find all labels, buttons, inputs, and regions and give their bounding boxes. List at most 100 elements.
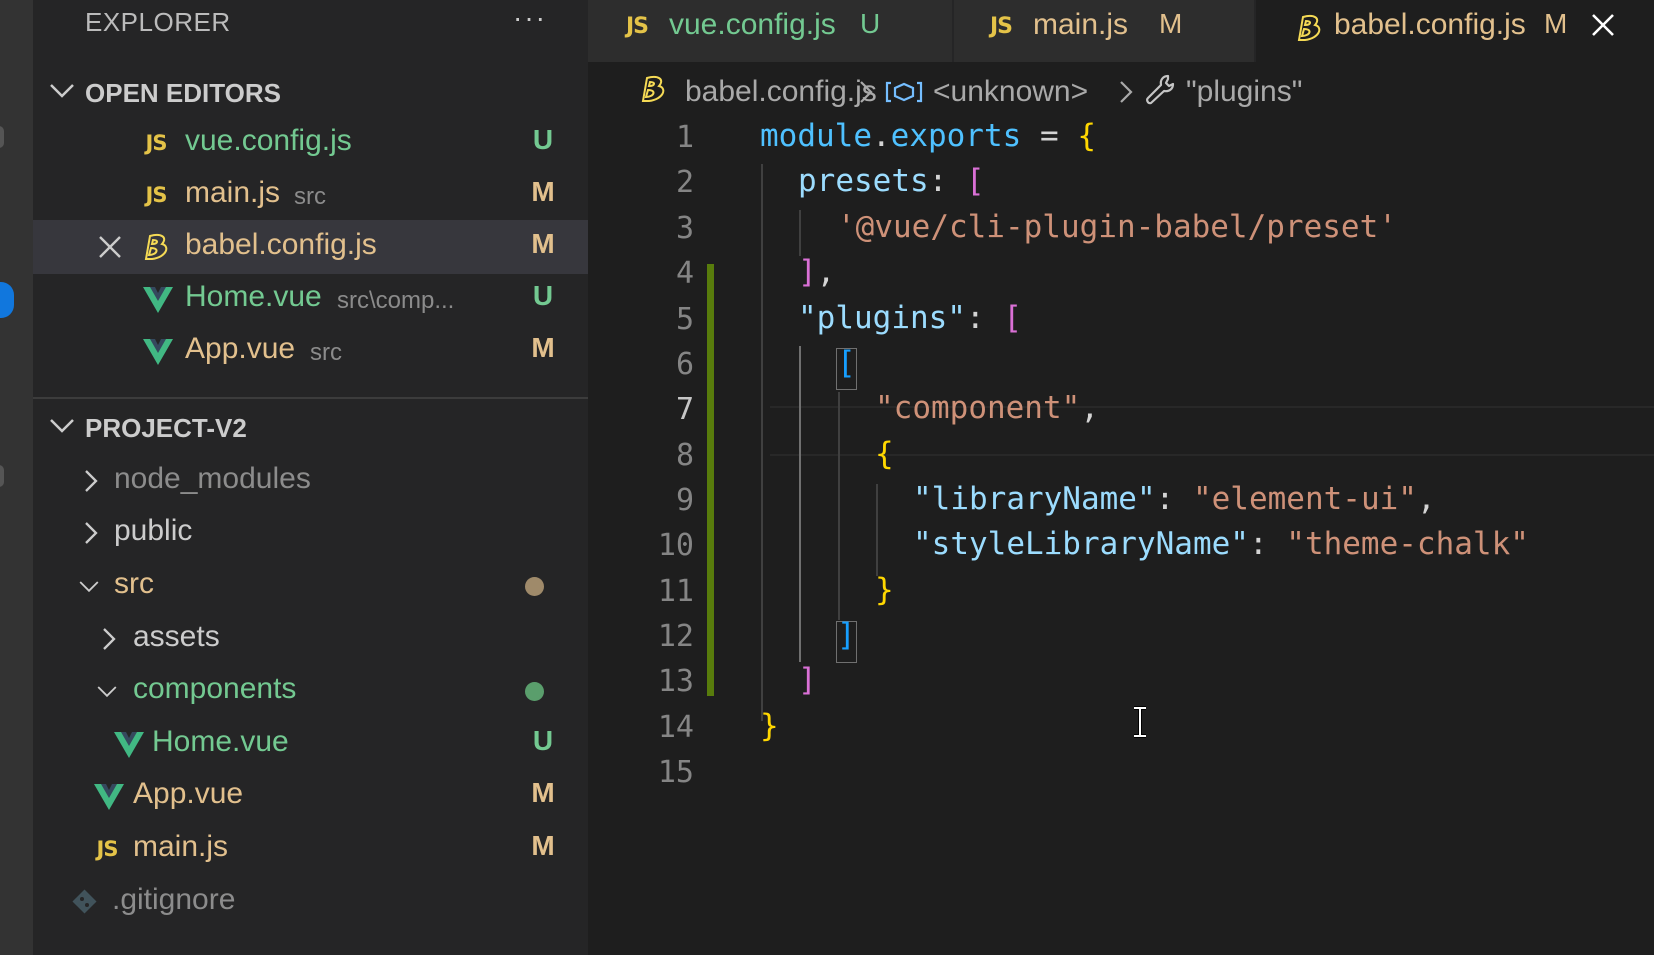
babel-file-icon — [144, 234, 168, 260]
tab-babel-config[interactable]: babel.config.js M — [1256, 0, 1654, 62]
folder-name: public — [114, 514, 193, 547]
line-number: 8 — [675, 438, 694, 473]
line-number: 1 — [675, 120, 694, 155]
chevron-down-icon — [50, 84, 74, 98]
line-number: 2 — [675, 165, 694, 200]
js-file-icon: JS — [96, 837, 119, 861]
code-line-10[interactable]: "styleLibraryName": "theme-chalk" — [913, 526, 1529, 562]
code-line-12[interactable]: ] — [837, 617, 856, 653]
breadcrumb-file[interactable]: babel.config.js — [685, 75, 877, 109]
git-status-badge: M — [531, 228, 555, 259]
line-number: 9 — [675, 483, 694, 518]
indent-guide — [761, 164, 763, 721]
git-status-badge: U — [532, 725, 554, 756]
indent-guide-active — [799, 346, 801, 662]
symbol-variable-icon — [885, 81, 923, 103]
vue-file-icon — [143, 339, 173, 365]
code-line-1[interactable]: module.exports = { — [760, 118, 1096, 154]
open-editor-vue-config[interactable]: JS vue.config.js U — [33, 116, 588, 170]
tab-git-badge: M — [1544, 8, 1568, 39]
code-line-14[interactable]: } — [760, 708, 779, 744]
line-number: 11 — [657, 574, 694, 609]
tree-file-gitignore[interactable]: .gitignore — [33, 875, 588, 929]
line-number-current: 7 — [675, 392, 694, 427]
explorer-header: EXPLORER ··· — [33, 0, 588, 44]
open-editor-app-vue[interactable]: App.vue src M — [33, 324, 588, 378]
tab-label: main.js — [1033, 8, 1129, 41]
chevron-right-icon — [103, 628, 116, 650]
tree-folder-src[interactable]: src — [33, 559, 588, 613]
tab-main-js[interactable]: JS main.js M — [954, 0, 1254, 62]
tree-file-app-vue[interactable]: App.vue M — [33, 769, 588, 823]
vue-file-icon — [114, 732, 144, 758]
code-line-9[interactable]: "libraryName": "element-ui", — [913, 481, 1436, 517]
close-icon[interactable] — [95, 230, 125, 264]
chevron-right-icon — [85, 470, 98, 492]
tab-vue-config[interactable]: JS vue.config.js U — [588, 0, 952, 62]
tree-folder-assets[interactable]: assets — [33, 612, 588, 666]
line-number: 3 — [675, 211, 694, 246]
text-cursor-icon — [1134, 706, 1146, 738]
code-line-5[interactable]: "plugins": [ — [798, 300, 1022, 336]
line-number: 14 — [657, 710, 694, 745]
code-line-6[interactable]: [ — [837, 345, 856, 381]
file-name: App.vue — [133, 777, 244, 810]
tree-folder-components[interactable]: components — [33, 664, 588, 718]
chevron-down-icon — [79, 581, 99, 593]
chevron-right-icon — [85, 522, 98, 544]
line-number: 5 — [675, 302, 694, 337]
file-name: main.js — [133, 830, 229, 863]
activity-bar-edge — [0, 465, 4, 487]
file-name: Home.vue — [152, 725, 289, 758]
tab-git-badge: M — [1159, 8, 1183, 39]
git-status-badge: M — [531, 332, 555, 363]
tab-label: babel.config.js — [1334, 8, 1526, 41]
open-editor-main-js[interactable]: JS main.js src M — [33, 168, 588, 222]
git-file-icon — [72, 889, 97, 914]
open-editor-home-vue[interactable]: Home.vue src\comp... U — [33, 272, 588, 326]
js-file-icon: JS — [145, 183, 168, 207]
file-name: babel.config.js — [185, 228, 377, 261]
tab-label: vue.config.js — [669, 8, 836, 41]
breadcrumb-property[interactable]: "plugins" — [1186, 75, 1302, 109]
folder-name: node_modules — [114, 462, 311, 495]
open-editors-header[interactable]: OPEN EDITORS — [33, 68, 588, 114]
folder-name: src — [114, 567, 154, 600]
line-number: 15 — [657, 755, 694, 790]
more-actions-icon[interactable]: ··· — [513, 2, 547, 34]
file-name: Home.vue — [185, 280, 322, 313]
code-line-4[interactable]: ], — [798, 254, 835, 290]
code-line-7[interactable]: "component", — [875, 390, 1099, 426]
file-path-desc: src — [310, 339, 342, 366]
babel-file-icon — [1297, 15, 1321, 41]
tree-file-main-js[interactable]: JS main.js M — [33, 822, 588, 876]
babel-file-icon — [641, 76, 665, 102]
folder-name: components — [133, 672, 297, 705]
open-editors-label: OPEN EDITORS — [85, 78, 282, 108]
project-header[interactable]: PROJECT-V2 — [33, 403, 588, 449]
activity-bar — [0, 0, 33, 955]
indent-guide — [838, 392, 840, 620]
tab-git-badge: U — [860, 8, 881, 39]
tree-folder-node-modules[interactable]: node_modules — [33, 454, 588, 508]
breadcrumb-symbol[interactable]: <unknown> — [933, 75, 1088, 109]
git-status-badge: U — [532, 280, 554, 311]
code-line-8[interactable]: { — [875, 436, 894, 472]
code-line-3[interactable]: '@vue/cli-plugin-babel/preset' — [837, 209, 1397, 245]
code-line-11[interactable]: } — [875, 572, 894, 608]
tree-folder-public[interactable]: public — [33, 506, 588, 560]
close-tab-icon[interactable] — [1589, 8, 1617, 42]
activity-badge[interactable] — [0, 282, 14, 318]
js-file-icon: JS — [145, 131, 168, 155]
modified-dot — [525, 577, 544, 596]
tree-file-home-vue[interactable]: Home.vue U — [33, 717, 588, 771]
open-editor-babel-config[interactable]: babel.config.js M — [33, 220, 588, 274]
code-line-13[interactable]: ] — [798, 662, 817, 698]
editor-tab-bar: JS vue.config.js U JS main.js M babel.co… — [588, 0, 1654, 62]
file-name: main.js — [185, 176, 281, 209]
section-divider — [33, 397, 588, 399]
vue-file-icon — [143, 287, 173, 313]
code-line-2[interactable]: presets: [ — [798, 163, 985, 199]
untracked-dot — [525, 682, 544, 701]
file-name: App.vue — [185, 332, 296, 365]
